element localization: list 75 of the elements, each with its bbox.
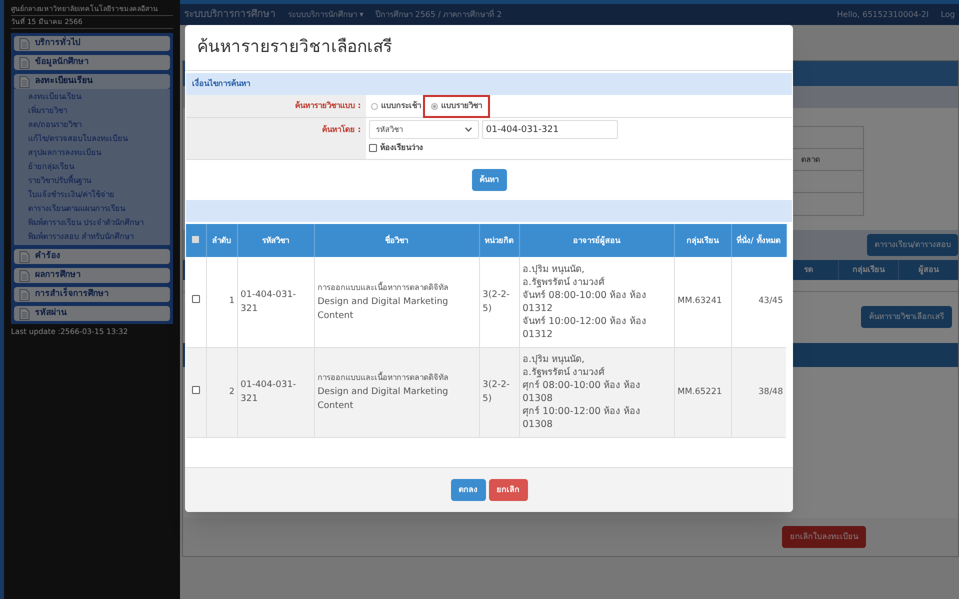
system-title[interactable]: ระบบบริการการศึกษา — [184, 7, 276, 22]
menu-link[interactable]: พิมพ์ตารางสอบ สำหรับนักศึกษา — [28, 230, 170, 244]
table-cell: 3(2-2-5) — [482, 380, 510, 404]
document-icon — [19, 76, 30, 88]
course-code-input[interactable]: 01-404-031-321 — [482, 120, 618, 139]
search-button[interactable]: ค้นหา — [472, 169, 506, 191]
field-label: ค้นหารายวิชาแบบ : — [295, 100, 361, 112]
schedule-button[interactable]: ตารางเรียน/ตารางสอบ — [867, 234, 958, 256]
table-cell: 38/48 — [731, 347, 786, 437]
radio-button[interactable] — [371, 102, 378, 110]
checkbox[interactable] — [369, 144, 377, 152]
course-name: การออกแบบและเนื้อหาการตลาดดิจิทัล Design and Digital Marketing Content — [318, 371, 450, 413]
menu-group[interactable]: คำร้อง — [14, 249, 170, 264]
greeting: Hello, 65152310004-2I — [837, 8, 929, 20]
menu-link[interactable]: พิมพ์ตารางเรียน ประจำตัวนักศึกษา — [28, 216, 170, 230]
field-label: ค้นหาโดย : — [322, 124, 361, 136]
table-cell: ตลาด — [801, 154, 820, 166]
table-cell: 3(2-2-5) — [482, 290, 510, 314]
menu-group[interactable]: ผลการศึกษา — [14, 268, 170, 283]
table-cell: 43/45 — [731, 257, 786, 347]
dialog-button[interactable]: ยกเลิก — [488, 479, 528, 501]
column-header: หน่วยกิต — [484, 236, 514, 244]
cancel-registration-button[interactable]: ยกเลิกใบลงทะเบียน — [782, 526, 866, 548]
table-cell: MM.65221 — [678, 386, 722, 397]
modal-title: ค้นหารายรายวิชาเลือกเสรี — [196, 36, 393, 59]
menu-link[interactable]: ตารางเรียนตามแผนการเรียน — [28, 202, 170, 216]
document-icon — [19, 288, 30, 300]
column-header: กลุ่มเรียน — [686, 236, 718, 244]
select-all-checkbox[interactable] — [192, 236, 200, 242]
elective-search-button[interactable]: ค้นหารายวิชาเลือกเสรี — [861, 306, 952, 328]
dialog-button[interactable]: ตกลง — [450, 479, 486, 501]
column-header: อาจารย์ผู้สอน — [573, 236, 620, 244]
menu-group[interactable]: ข้อมูลนักศึกษา — [14, 55, 170, 70]
table-cell: MM.63241 — [678, 296, 722, 306]
menu-link[interactable]: ใบแจ้งชำระเงิน/ค่าใช้จ่าย — [28, 188, 170, 202]
column-header: ผู้สอน — [898, 260, 958, 280]
column-header: ลำดับ — [212, 236, 231, 244]
radio-button[interactable] — [431, 102, 438, 110]
table-cell: 2 — [229, 386, 234, 397]
logout-link[interactable]: Log — [940, 8, 955, 20]
document-icon — [19, 38, 30, 50]
column-header: ชื่อวิชา — [385, 236, 408, 244]
row-checkbox[interactable] — [192, 295, 200, 304]
document-icon — [19, 56, 30, 68]
menu-group[interactable]: รหัสผ่าน — [14, 306, 170, 321]
radio-option[interactable]: แบบรายวิชา — [431, 100, 482, 112]
section-header: เงื่อนไขการค้นหา — [186, 73, 792, 95]
menu-link[interactable]: สรุปผลการลงทะเบียน — [28, 146, 170, 160]
menu-group[interactable]: ลงทะเบียนเรียน — [14, 74, 170, 89]
chevron-down-icon — [465, 127, 472, 132]
menu-link[interactable]: เพิ่มรายวิชา — [28, 104, 170, 118]
system-menu[interactable]: ระบบบริการนักศึกษา ▾ — [288, 8, 364, 20]
table-cell: 1 — [229, 296, 234, 306]
column-header: ที่นั่ง/ ทั้งหมด — [736, 236, 780, 244]
menu-link[interactable]: ย้ายกลุ่มเรียน — [28, 160, 170, 174]
course-name: การออกแบบและเนื้อหาการตลาดดิจิทัล Design and Digital Marketing Content — [318, 280, 450, 323]
term-label: ปีการศึกษา 2565 / ภาคการศึกษาที่ 2 — [376, 8, 502, 20]
menu-link[interactable]: ลงทะเบียนเรียน — [28, 90, 170, 104]
menu-link[interactable]: ลด/ถอนรายวิชา — [28, 118, 170, 132]
document-icon — [19, 270, 30, 282]
column-header: รหัสวิชา — [262, 236, 289, 244]
row-checkbox[interactable] — [192, 386, 200, 394]
instructor-schedule: อ.ปุริม หนุนนัด, อ.รัฐพรรัตน์ งามวงศ์ ศุกร์ 08:00-10:00 ห้อง ห้อง 01308 ศุกร์ 10:00-12:00 ห้อง ห้อง 01308 — [522, 353, 642, 431]
document-icon — [19, 308, 30, 320]
menu-link[interactable]: แก้ไข/ตรวจสอบใบลงทะเบียน — [28, 132, 170, 146]
vacant-room-checkbox[interactable]: ห้องเรียนว่าง — [369, 142, 618, 154]
menu-group[interactable]: บริการทั่วไป — [14, 36, 170, 51]
table-cell: 01-404-031-321 — [240, 290, 296, 314]
menu-group[interactable]: การสำเร็จการศึกษา — [14, 287, 170, 302]
instructor-schedule: อ.ปุริม หนุนนัด, อ.รัฐพรรัตน์ งามวงศ์ จันทร์ 08:00-10:00 ห้อง ห้อง 01312 จันทร์ 10:00-12:00 ห้อง ห้อง 01312 — [522, 262, 648, 341]
table-cell: 01-404-031-321 — [240, 380, 296, 404]
document-icon — [19, 250, 30, 262]
radio-option[interactable]: แบบกระเช้า — [371, 100, 421, 112]
menu-link[interactable]: รายวิชาปรับพื้นฐาน — [28, 174, 170, 188]
column-header: กลุ่มเรียน — [838, 260, 898, 280]
